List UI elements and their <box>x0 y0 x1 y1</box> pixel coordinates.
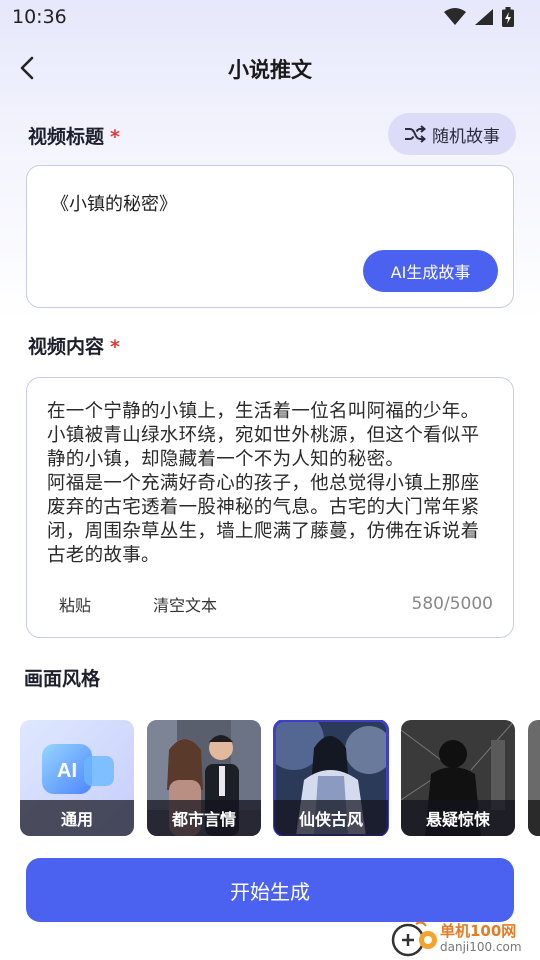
watermark-url: danji100.com <box>440 940 522 954</box>
style-option-urban-romance[interactable]: 都市言情 <box>147 720 261 836</box>
status-time: 10:36 <box>12 6 67 28</box>
style-caption: 仙侠古风 <box>274 800 388 836</box>
video-content-label: 视频内容 * <box>28 332 120 359</box>
site-watermark: 单机100网 danji100.com <box>390 918 540 960</box>
required-mark: * <box>110 336 120 358</box>
start-generate-button[interactable]: 开始生成 <box>26 858 514 922</box>
svg-text:AI: AI <box>57 760 77 782</box>
video-content-label-text: 视频内容 <box>28 336 105 358</box>
status-icons <box>444 7 514 27</box>
status-bar: 10:36 <box>0 0 540 36</box>
ai-generate-story-button[interactable]: AI生成故事 <box>363 250 498 292</box>
shuffle-icon <box>405 125 426 143</box>
video-title-label-text: 视频标题 <box>28 126 105 148</box>
style-list: AI 通用 都市言情 仙侠古风 悬疑惊悚 <box>20 720 540 836</box>
wifi-icon <box>444 8 466 25</box>
paste-button[interactable]: 粘贴 <box>59 592 91 616</box>
video-title-input[interactable]: 《小镇的秘密》 <box>51 190 177 216</box>
watermark-text: 单机100网 <box>440 922 517 940</box>
watermark-logo-icon <box>391 921 437 957</box>
video-content-textarea[interactable]: 在一个宁静的小镇上，生活着一位名叫阿福的少年。小镇被青山绿水环绕，宛如世外桃源，… <box>47 400 497 578</box>
video-title-card: 《小镇的秘密》 AI生成故事 <box>26 165 514 308</box>
style-option-more[interactable] <box>528 720 540 836</box>
random-story-button[interactable]: 随机故事 <box>388 113 516 155</box>
style-thumbnail-more <box>528 720 540 836</box>
style-caption: 悬疑惊悚 <box>401 800 515 836</box>
style-caption: 都市言情 <box>147 800 261 836</box>
cell-signal-icon <box>475 9 493 25</box>
required-mark: * <box>110 126 120 148</box>
char-count: 580/5000 <box>411 594 493 614</box>
video-content-card: 在一个宁静的小镇上，生活着一位名叫阿福的少年。小镇被青山绿水环绕，宛如世外桃源，… <box>26 377 514 638</box>
clear-text-button[interactable]: 清空文本 <box>153 592 217 616</box>
video-title-label: 视频标题 * <box>28 122 120 149</box>
style-option-xianxia[interactable]: 仙侠古风 <box>273 720 389 836</box>
page-title: 小说推文 <box>228 58 312 82</box>
style-caption: 通用 <box>20 800 134 836</box>
style-option-general[interactable]: AI 通用 <box>20 720 134 836</box>
random-story-label: 随机故事 <box>432 126 500 147</box>
battery-icon <box>502 7 514 27</box>
style-option-suspense-thriller[interactable]: 悬疑惊悚 <box>401 720 515 836</box>
style-label: 画面风格 <box>24 668 101 690</box>
nav-bar: 小说推文 <box>0 44 540 92</box>
